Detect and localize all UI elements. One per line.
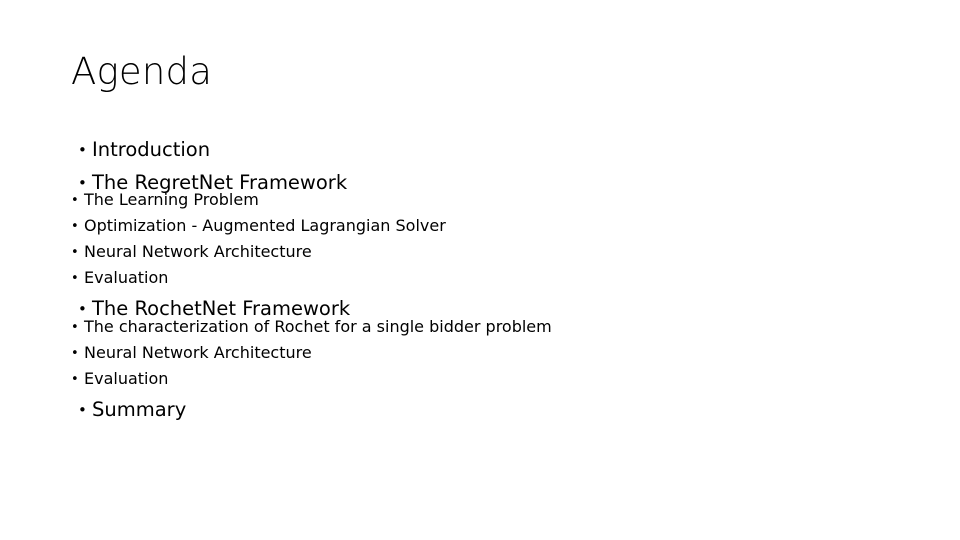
bullet-point-icon: • <box>78 173 87 192</box>
bullet-point-icon: • <box>71 345 79 361</box>
bullet-point-icon: • <box>71 193 79 208</box>
outline-item-label: The RochetNet Framework <box>92 297 351 320</box>
outline-body: • Introduction • The RegretNet Framework… <box>71 140 911 419</box>
outline-item-introduction[interactable]: • Introduction <box>71 140 911 160</box>
bullet-point-icon: • <box>78 300 87 318</box>
outline-subitem-label: Neural Network Architecture <box>84 242 312 261</box>
outline-item-label: Introduction <box>92 138 211 161</box>
outline-subitem-label: Optimization - Augmented Lagrangian Solv… <box>84 216 446 235</box>
page-title: Agenda <box>71 50 213 93</box>
outline-sublist-rochetnet: • The characterization of Rochet for a s… <box>71 316 911 388</box>
outline-item-rochetnet-framework[interactable]: • The RochetNet Framework • The characte… <box>71 299 911 387</box>
outline-subitem-optimization[interactable]: • Optimization - Augmented Lagrangian So… <box>71 218 911 234</box>
outline-subitem-rochet-characterization[interactable]: • The characterization of Rochet for a s… <box>71 316 911 336</box>
outline-subitem-label: Evaluation <box>84 368 169 388</box>
outline-item-summary[interactable]: • Summary <box>71 397 911 421</box>
outline-item-label: Summary <box>92 397 187 421</box>
bullet-point-icon: • <box>71 371 79 387</box>
outline-item-regretnet-framework[interactable]: • The RegretNet Framework • The Learning… <box>71 172 911 287</box>
outline-subitem-evaluation[interactable]: • Evaluation <box>71 270 911 286</box>
outline-subitem-evaluation[interactable]: • Evaluation <box>71 368 911 388</box>
bullet-point-icon: • <box>71 245 79 260</box>
outline-subitem-neural-network-architecture[interactable]: • Neural Network Architecture <box>71 244 911 260</box>
outline-subitem-neural-network-architecture[interactable]: • Neural Network Architecture <box>71 342 911 362</box>
bullet-point-icon: • <box>71 271 79 286</box>
bullet-point-icon: • <box>71 319 79 335</box>
outline-subitem-learning-problem[interactable]: • The Learning Problem <box>71 192 911 208</box>
outline-subitem-label: The characterization of Rochet for a sin… <box>84 316 552 336</box>
outline-subitem-label: Neural Network Architecture <box>84 342 312 362</box>
bullet-point-icon: • <box>78 141 87 159</box>
bullet-point-icon: • <box>78 400 87 419</box>
outline-subitem-label: The Learning Problem <box>84 190 259 209</box>
outline-list: • Introduction • The RegretNet Framework… <box>71 140 911 419</box>
outline-subitem-label: Evaluation <box>84 268 169 287</box>
slide: Agenda • Introduction • The RegretNet Fr… <box>0 0 960 540</box>
outline-sublist-regretnet: • The Learning Problem • Optimization - … <box>71 192 911 286</box>
bullet-point-icon: • <box>71 219 79 234</box>
